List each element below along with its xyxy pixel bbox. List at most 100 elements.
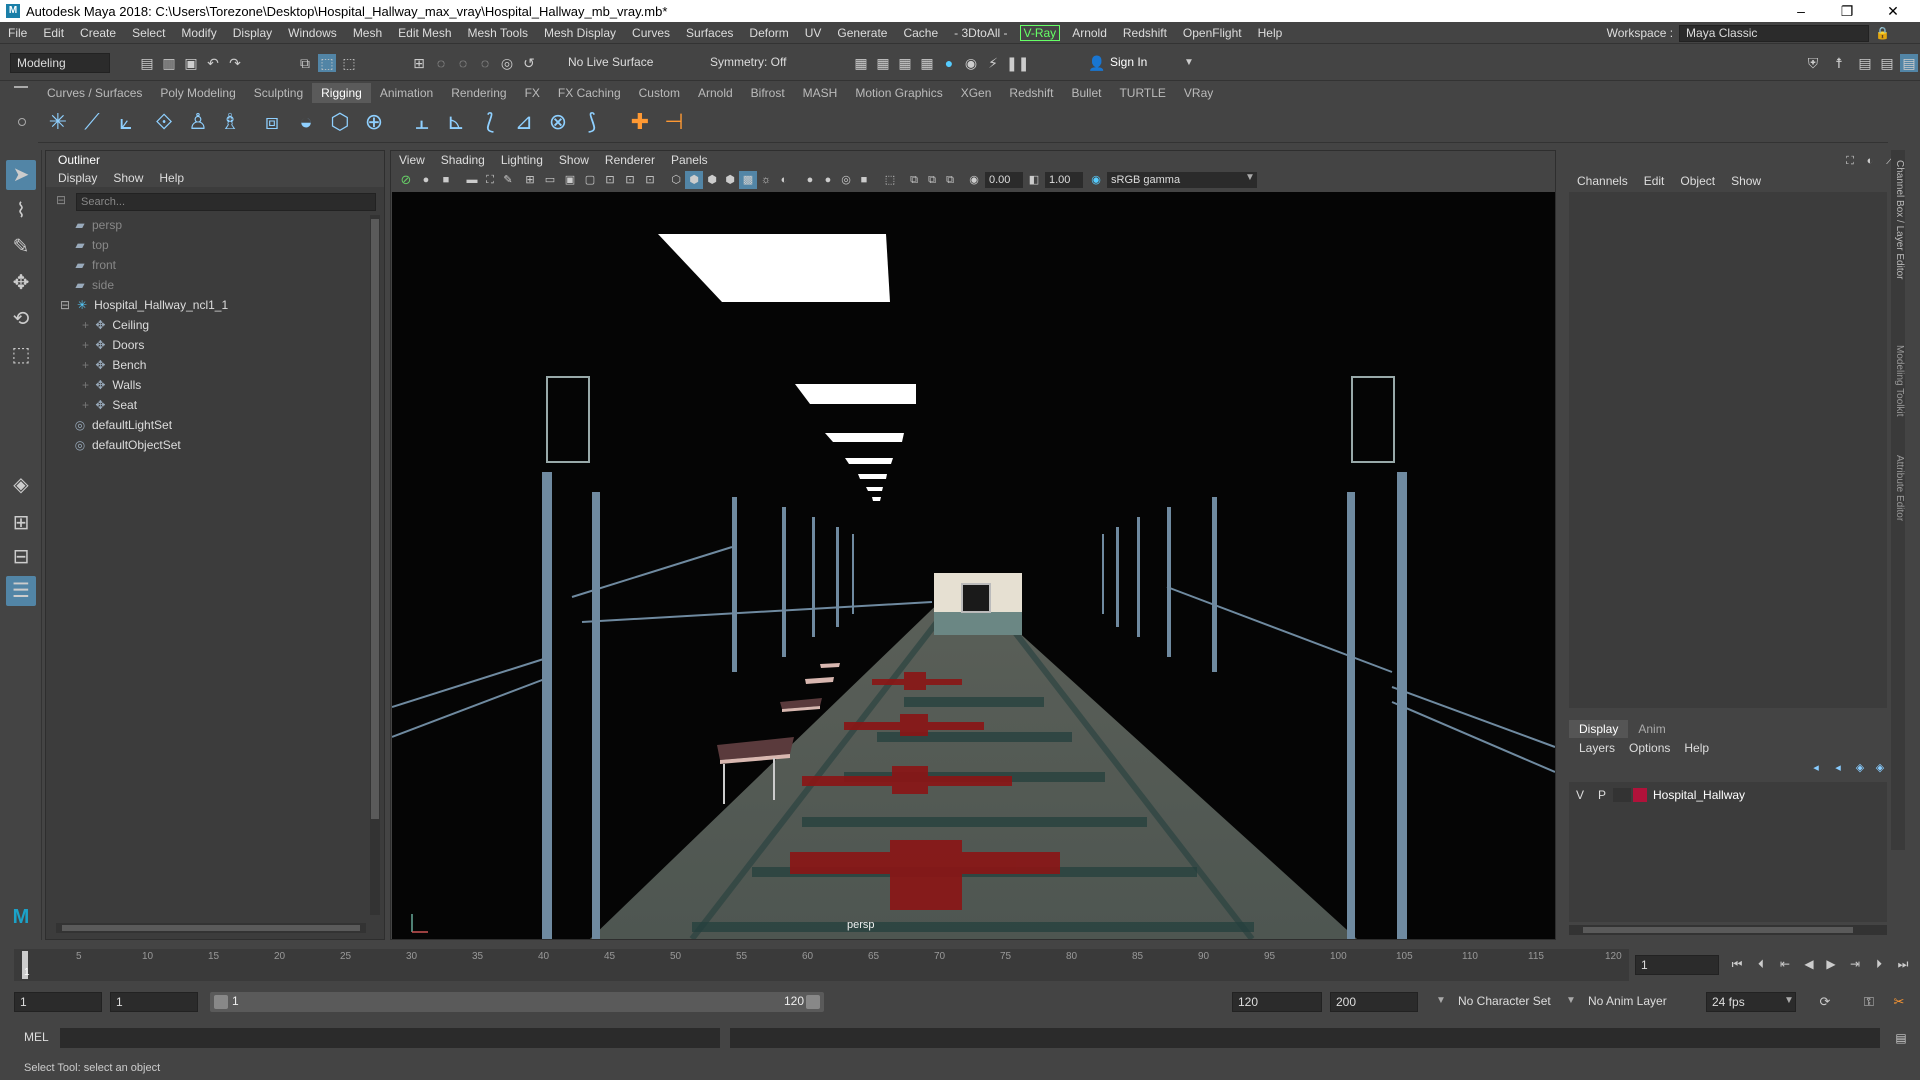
chevron-down-icon[interactable]: ▼ bbox=[1245, 172, 1255, 183]
wire-icon[interactable]: ⊕ bbox=[360, 108, 388, 136]
point-constraint-icon[interactable]: ⊣ bbox=[660, 108, 688, 136]
time-slider-track[interactable] bbox=[14, 949, 1629, 981]
outliner-item-set[interactable]: ◎ defaultObjectSet bbox=[72, 436, 181, 454]
layer-editor-toggle-icon[interactable]: ◐ bbox=[1861, 152, 1879, 170]
step-forward-key-icon[interactable]: ⇥ bbox=[1846, 955, 1864, 973]
filter-icon[interactable]: ⊟ bbox=[56, 193, 66, 207]
light-editor-icon[interactable]: ⚡ bbox=[984, 54, 1002, 72]
command-input[interactable] bbox=[60, 1028, 720, 1048]
redo-icon[interactable]: ↷ bbox=[226, 54, 244, 72]
shadows-icon[interactable]: ◐ bbox=[775, 171, 793, 189]
field-chart-icon[interactable]: ⊡ bbox=[601, 171, 619, 189]
current-frame-field[interactable]: 1 bbox=[1635, 955, 1719, 975]
script-editor-icon[interactable]: ▤ bbox=[1892, 1029, 1910, 1047]
safe-title-icon[interactable]: ⊡ bbox=[641, 171, 659, 189]
symmetry-dropdown[interactable]: Symmetry: Off bbox=[704, 53, 804, 73]
outliner-menu-show[interactable]: Show bbox=[113, 169, 143, 187]
smooth-bind-icon[interactable]: ⊾ bbox=[442, 108, 470, 136]
gamma-field[interactable]: 1.00 bbox=[1045, 172, 1083, 188]
menu-file[interactable]: File bbox=[0, 26, 35, 40]
scene-start-field[interactable]: 1 bbox=[14, 992, 102, 1012]
shelf-settings-icon[interactable] bbox=[18, 118, 26, 126]
menu-edit[interactable]: Edit bbox=[35, 26, 72, 40]
menu-cache[interactable]: Cache bbox=[895, 26, 946, 40]
step-back-key-icon[interactable]: ⇤ bbox=[1776, 955, 1794, 973]
outliner-search-input[interactable]: Search... bbox=[76, 193, 376, 211]
workspace-dropdown[interactable]: Maya Classic bbox=[1679, 24, 1870, 42]
menu-mesh[interactable]: Mesh bbox=[345, 26, 390, 40]
rotate-tool-icon[interactable]: ⟲ bbox=[6, 304, 36, 334]
wireframe-icon[interactable]: ⬡ bbox=[667, 171, 685, 189]
default-material-icon[interactable]: ⬢ bbox=[721, 171, 739, 189]
bind-skin-icon[interactable]: ⫠ bbox=[408, 108, 436, 136]
mirror-weights-icon[interactable]: ⊿ bbox=[510, 108, 538, 136]
outliner-item-camera[interactable]: ▰ front bbox=[72, 256, 116, 274]
step-forward-icon[interactable]: ⏵ bbox=[1870, 955, 1888, 973]
open-scene-icon[interactable]: ▥ bbox=[160, 54, 178, 72]
side-tab-modeling-toolkit[interactable]: Modeling Toolkit bbox=[1891, 345, 1905, 445]
attribute-editor-icon[interactable]: ▤ bbox=[1856, 54, 1874, 72]
cluster-icon[interactable]: ◒ bbox=[292, 108, 320, 136]
outliner-menu-help[interactable]: Help bbox=[159, 169, 184, 187]
show-menu[interactable]: Show bbox=[1731, 172, 1761, 190]
film-gate-icon[interactable]: ▭ bbox=[541, 171, 559, 189]
exposure-icon[interactable]: ◉ bbox=[965, 171, 983, 189]
hypershade-icon[interactable]: ● bbox=[940, 54, 958, 72]
channel-box-toggle-icon[interactable]: ⛶ bbox=[1841, 152, 1859, 170]
viewport-menu-view[interactable]: View bbox=[391, 153, 433, 167]
shelf-tab[interactable]: Redshift bbox=[1000, 83, 1062, 103]
auto-key-icon[interactable]: ⚿ bbox=[1860, 993, 1878, 1011]
layer-display-type[interactable] bbox=[1613, 788, 1631, 802]
outliner-horizontal-scrollbar[interactable] bbox=[56, 923, 366, 933]
shelf-tab[interactable]: MASH bbox=[794, 83, 847, 103]
outliner-item-mesh[interactable]: + ✥ Bench bbox=[82, 356, 146, 374]
character-set-dropdown[interactable]: No Character Set bbox=[1458, 994, 1551, 1008]
menu-edit-mesh[interactable]: Edit Mesh bbox=[390, 26, 459, 40]
menu-curves[interactable]: Curves bbox=[624, 26, 678, 40]
isolate-select-icon[interactable]: ⬚ bbox=[881, 171, 899, 189]
move-layer-down-icon[interactable]: ◂ bbox=[1829, 759, 1847, 777]
snap-curve-icon[interactable]: ◌ bbox=[432, 54, 450, 72]
playback-end-field[interactable]: 120 bbox=[1232, 992, 1322, 1012]
menu-vray[interactable]: V-Ray bbox=[1019, 24, 1061, 41]
outliner-item-mesh[interactable]: + ✥ Doors bbox=[82, 336, 144, 354]
snap-view-icon[interactable]: ◌ bbox=[476, 54, 494, 72]
menu-generate[interactable]: Generate bbox=[829, 26, 895, 40]
object-menu[interactable]: Object bbox=[1680, 172, 1715, 190]
fps-dropdown[interactable]: 24 fps bbox=[1706, 992, 1796, 1012]
shelf-tab[interactable]: Animation bbox=[371, 83, 442, 103]
select-object-icon[interactable]: ⬚ bbox=[318, 54, 336, 72]
select-tool-icon[interactable]: ➤ bbox=[6, 160, 36, 190]
select-component-icon[interactable]: ⬚ bbox=[340, 54, 358, 72]
layer-name[interactable]: Hospital_Hallway bbox=[1653, 788, 1745, 802]
tab-anim[interactable]: Anim bbox=[1628, 720, 1675, 738]
select-camera-icon[interactable]: ⊘ bbox=[397, 171, 415, 189]
side-tab-attribute-editor[interactable]: Attribute Editor bbox=[1891, 455, 1905, 555]
single-perspective-layout-icon[interactable]: ◈ bbox=[6, 470, 36, 500]
shelf-tab[interactable]: Arnold bbox=[689, 83, 742, 103]
image-plane-icon[interactable]: ▬ bbox=[463, 171, 481, 189]
xray-joints-icon[interactable]: ⧉ bbox=[941, 171, 959, 189]
lock-icon[interactable]: 🔒 bbox=[1875, 26, 1890, 40]
grease-pencil-icon[interactable]: ✎ bbox=[499, 171, 517, 189]
viewport-menu-renderer[interactable]: Renderer bbox=[597, 153, 663, 167]
menu-surfaces[interactable]: Surfaces bbox=[678, 26, 741, 40]
move-tool-icon[interactable]: ✥ bbox=[6, 268, 36, 298]
outliner-item-set[interactable]: ◎ defaultLightSet bbox=[72, 416, 172, 434]
menu-display[interactable]: Display bbox=[225, 26, 280, 40]
snap-point-icon[interactable]: ◌ bbox=[454, 54, 472, 72]
ik-handle-icon[interactable]: ⟋ bbox=[78, 108, 106, 136]
chevron-down-icon[interactable]: ▼ bbox=[1566, 995, 1576, 1006]
scene-end-field[interactable]: 200 bbox=[1330, 992, 1418, 1012]
copy-weights-icon[interactable]: ⊗ bbox=[544, 108, 572, 136]
range-start-handle[interactable] bbox=[214, 995, 228, 1009]
tool-settings-icon[interactable]: ▤ bbox=[1878, 54, 1896, 72]
smooth-shade-icon[interactable]: ⬢ bbox=[685, 171, 703, 189]
camera-attributes-icon[interactable]: ● bbox=[417, 171, 435, 189]
loop-icon[interactable]: ⟳ bbox=[1816, 993, 1834, 1011]
exposure-field[interactable]: 0.00 bbox=[985, 172, 1023, 188]
layer-color-swatch[interactable] bbox=[1633, 788, 1647, 802]
range-end-handle[interactable] bbox=[806, 995, 820, 1009]
move-layer-up-icon[interactable]: ◂ bbox=[1807, 759, 1825, 777]
menu-mesh-display[interactable]: Mesh Display bbox=[536, 26, 624, 40]
